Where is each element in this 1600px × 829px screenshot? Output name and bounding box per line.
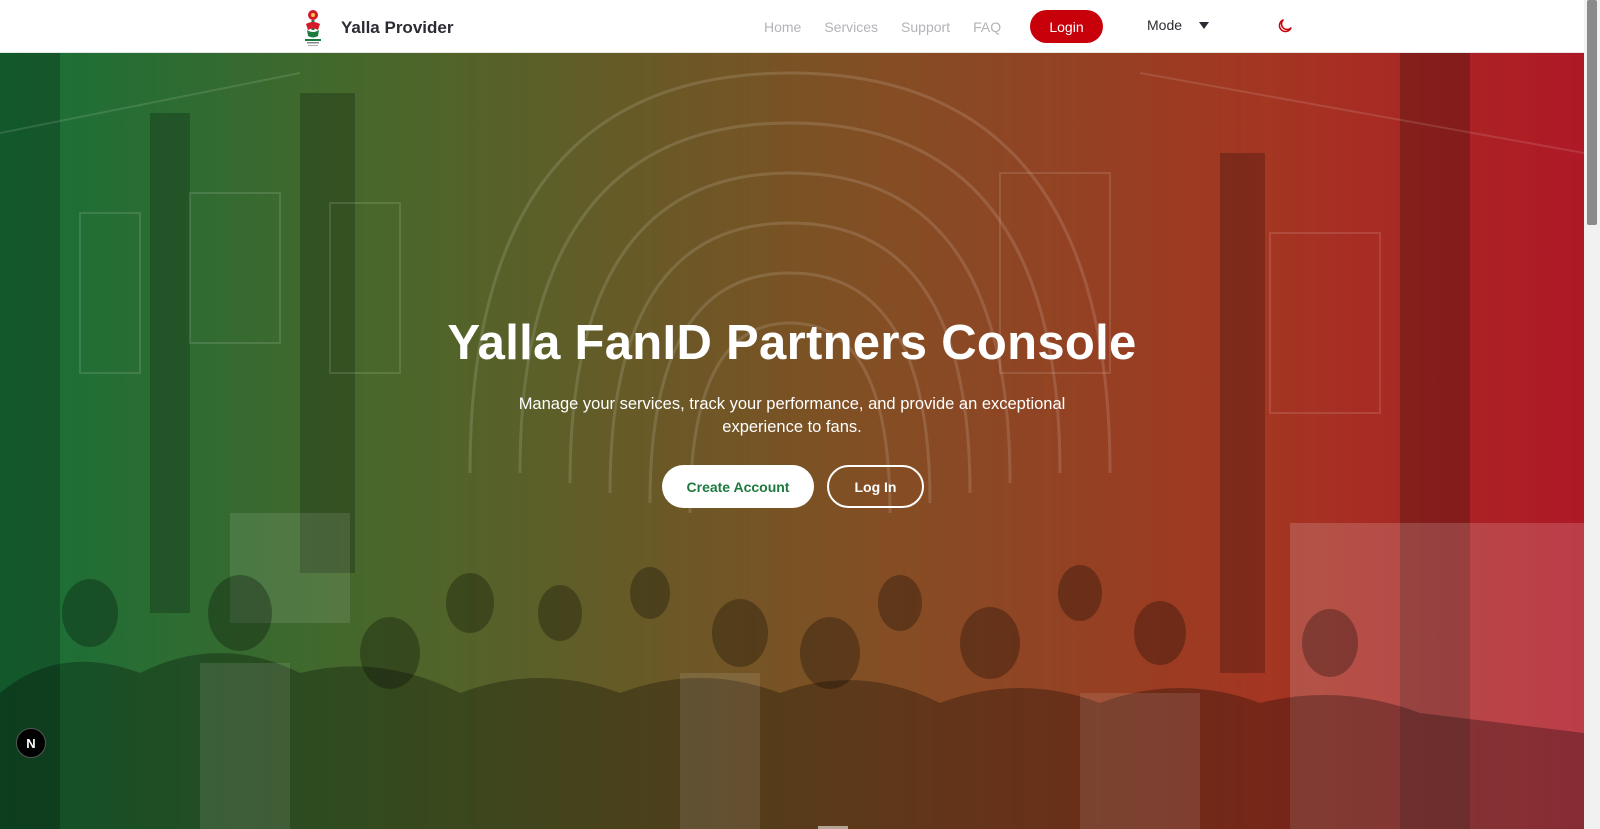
create-account-button[interactable]: Create Account [662, 465, 814, 508]
page-scrollbar[interactable] [1584, 0, 1600, 829]
dev-tools-badge[interactable]: N [16, 728, 46, 758]
moon-icon[interactable] [1276, 17, 1294, 35]
hero-section: Yalla FanID Partners Console Manage your… [0, 53, 1584, 829]
main-nav: Home Services Support FAQ [764, 0, 1024, 53]
brand[interactable]: Yalla Provider [298, 8, 453, 48]
mode-dropdown[interactable]: Mode [1147, 17, 1210, 33]
yalla-logo-icon [305, 10, 321, 46]
hero-login-button[interactable]: Log In [827, 465, 924, 508]
scrollbar-thumb[interactable] [1587, 0, 1597, 225]
nav-support[interactable]: Support [901, 19, 950, 35]
nav-home[interactable]: Home [764, 19, 801, 35]
brand-name: Yalla Provider [341, 18, 454, 37]
hero-title: Yalla FanID Partners Console [447, 316, 1137, 370]
caret-down-icon [1199, 21, 1210, 29]
hero-subtitle: Manage your services, track your perform… [518, 395, 1066, 436]
mode-label: Mode [1147, 17, 1183, 33]
nav-faq[interactable]: FAQ [973, 19, 1001, 35]
top-navbar: Yalla Provider Home Services Support FAQ… [0, 0, 1584, 53]
login-button[interactable]: Login [1030, 10, 1103, 43]
hero-background-photo [0, 53, 1584, 829]
nav-services[interactable]: Services [824, 19, 878, 35]
